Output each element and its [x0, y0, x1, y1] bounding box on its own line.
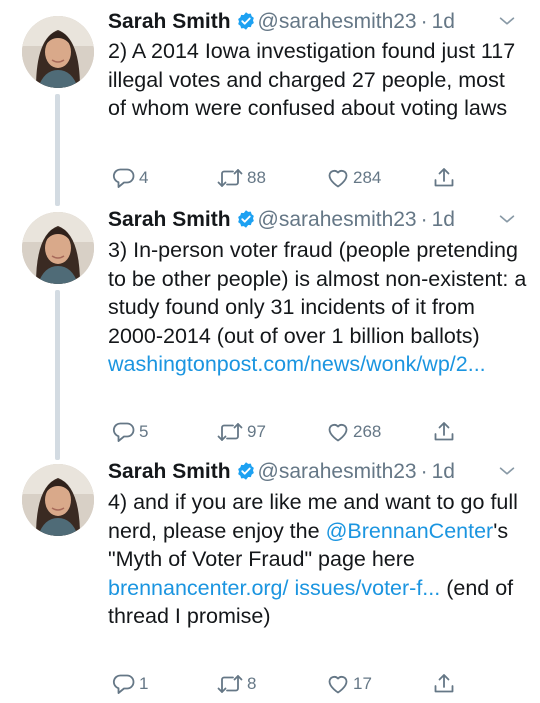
thread-line [55, 94, 60, 206]
share-icon [432, 166, 456, 190]
reply-count: 4 [139, 168, 149, 187]
tweet-actions: 4 88 284 [108, 162, 528, 194]
tweet-actions: 1 8 17 [108, 668, 528, 700]
retweet-icon [216, 420, 244, 444]
retweet-count: 97 [247, 422, 266, 441]
share-button[interactable] [432, 416, 456, 448]
tweet-text: 4) and if you are like me and want to go… [108, 488, 528, 631]
chevron-down-icon[interactable] [496, 460, 518, 487]
retweet-icon [216, 166, 244, 190]
reply-icon [112, 672, 136, 696]
handle[interactable]: @sarahesmith23 [258, 460, 417, 483]
tweet-link[interactable]: washingtonpost.com/news/wonk/wp/2... [108, 352, 486, 376]
retweet-count: 8 [247, 674, 257, 693]
avatar[interactable] [22, 464, 94, 536]
like-button[interactable]: 268 [326, 416, 381, 448]
like-button[interactable]: 17 [326, 668, 372, 700]
heart-icon [326, 420, 350, 444]
separator-dot: · [420, 460, 428, 483]
heart-icon [326, 672, 350, 696]
retweet-count: 88 [247, 168, 266, 187]
tweet-actions: 5 97 268 [108, 416, 528, 448]
tweet[interactable]: Sarah Smith @sarahesmith23 · 1d 3) In-perso… [0, 206, 540, 460]
chevron-down-icon[interactable] [496, 10, 518, 37]
handle[interactable]: @sarahesmith23 [258, 208, 417, 231]
tweet-header: Sarah Smith @sarahesmith23 · 1d [108, 452, 455, 492]
reply-count: 1 [139, 674, 149, 693]
reply-button[interactable]: 5 [112, 416, 148, 448]
mention-link[interactable]: @BrennanCenter [326, 519, 494, 543]
display-name[interactable]: Sarah Smith [108, 208, 231, 231]
reply-icon [112, 166, 136, 190]
tweet-text: 2) A 2014 Iowa investigation found just … [108, 39, 516, 121]
display-name[interactable]: Sarah Smith [108, 10, 231, 33]
tweet-text-content: 3) In-person voter fraud (people pretend… [108, 238, 527, 348]
timestamp[interactable]: 1d [432, 208, 455, 231]
retweet-icon [216, 672, 244, 696]
timestamp[interactable]: 1d [432, 10, 455, 33]
like-count: 268 [353, 422, 382, 441]
avatar[interactable] [22, 16, 94, 88]
share-button[interactable] [432, 162, 456, 194]
share-icon [432, 420, 456, 444]
like-count: 17 [353, 674, 372, 693]
separator-dot: · [420, 10, 428, 33]
tweet[interactable]: Sarah Smith @sarahesmith23 · 1d 4) and if y… [0, 458, 540, 703]
share-button[interactable] [432, 668, 456, 700]
tweet[interactable]: Sarah Smith @sarahesmith23 · 1d 2) A 2014 I… [0, 0, 540, 206]
retweet-button[interactable]: 88 [216, 162, 266, 194]
like-button[interactable]: 284 [326, 162, 381, 194]
tweet-header: Sarah Smith @sarahesmith23 · 1d [108, 200, 455, 240]
reply-count: 5 [139, 422, 149, 441]
heart-icon [326, 166, 350, 190]
timestamp[interactable]: 1d [432, 460, 455, 483]
tweet-link[interactable]: brennancenter.org/ issues/voter-f... [108, 576, 440, 600]
tweet-text: 3) In-person voter fraud (people pretend… [108, 236, 528, 379]
display-name[interactable]: Sarah Smith [108, 460, 231, 483]
share-icon [432, 672, 456, 696]
retweet-button[interactable]: 8 [216, 668, 256, 700]
reply-button[interactable]: 4 [112, 162, 148, 194]
tweet-header: Sarah Smith @sarahesmith23 · 1d [108, 2, 455, 42]
avatar[interactable] [22, 212, 94, 284]
reply-icon [112, 420, 136, 444]
like-count: 284 [353, 168, 382, 187]
reply-button[interactable]: 1 [112, 668, 148, 700]
retweet-button[interactable]: 97 [216, 416, 266, 448]
thread-line [55, 290, 60, 460]
chevron-down-icon[interactable] [496, 208, 518, 235]
separator-dot: · [420, 208, 428, 231]
handle[interactable]: @sarahesmith23 [258, 10, 417, 33]
